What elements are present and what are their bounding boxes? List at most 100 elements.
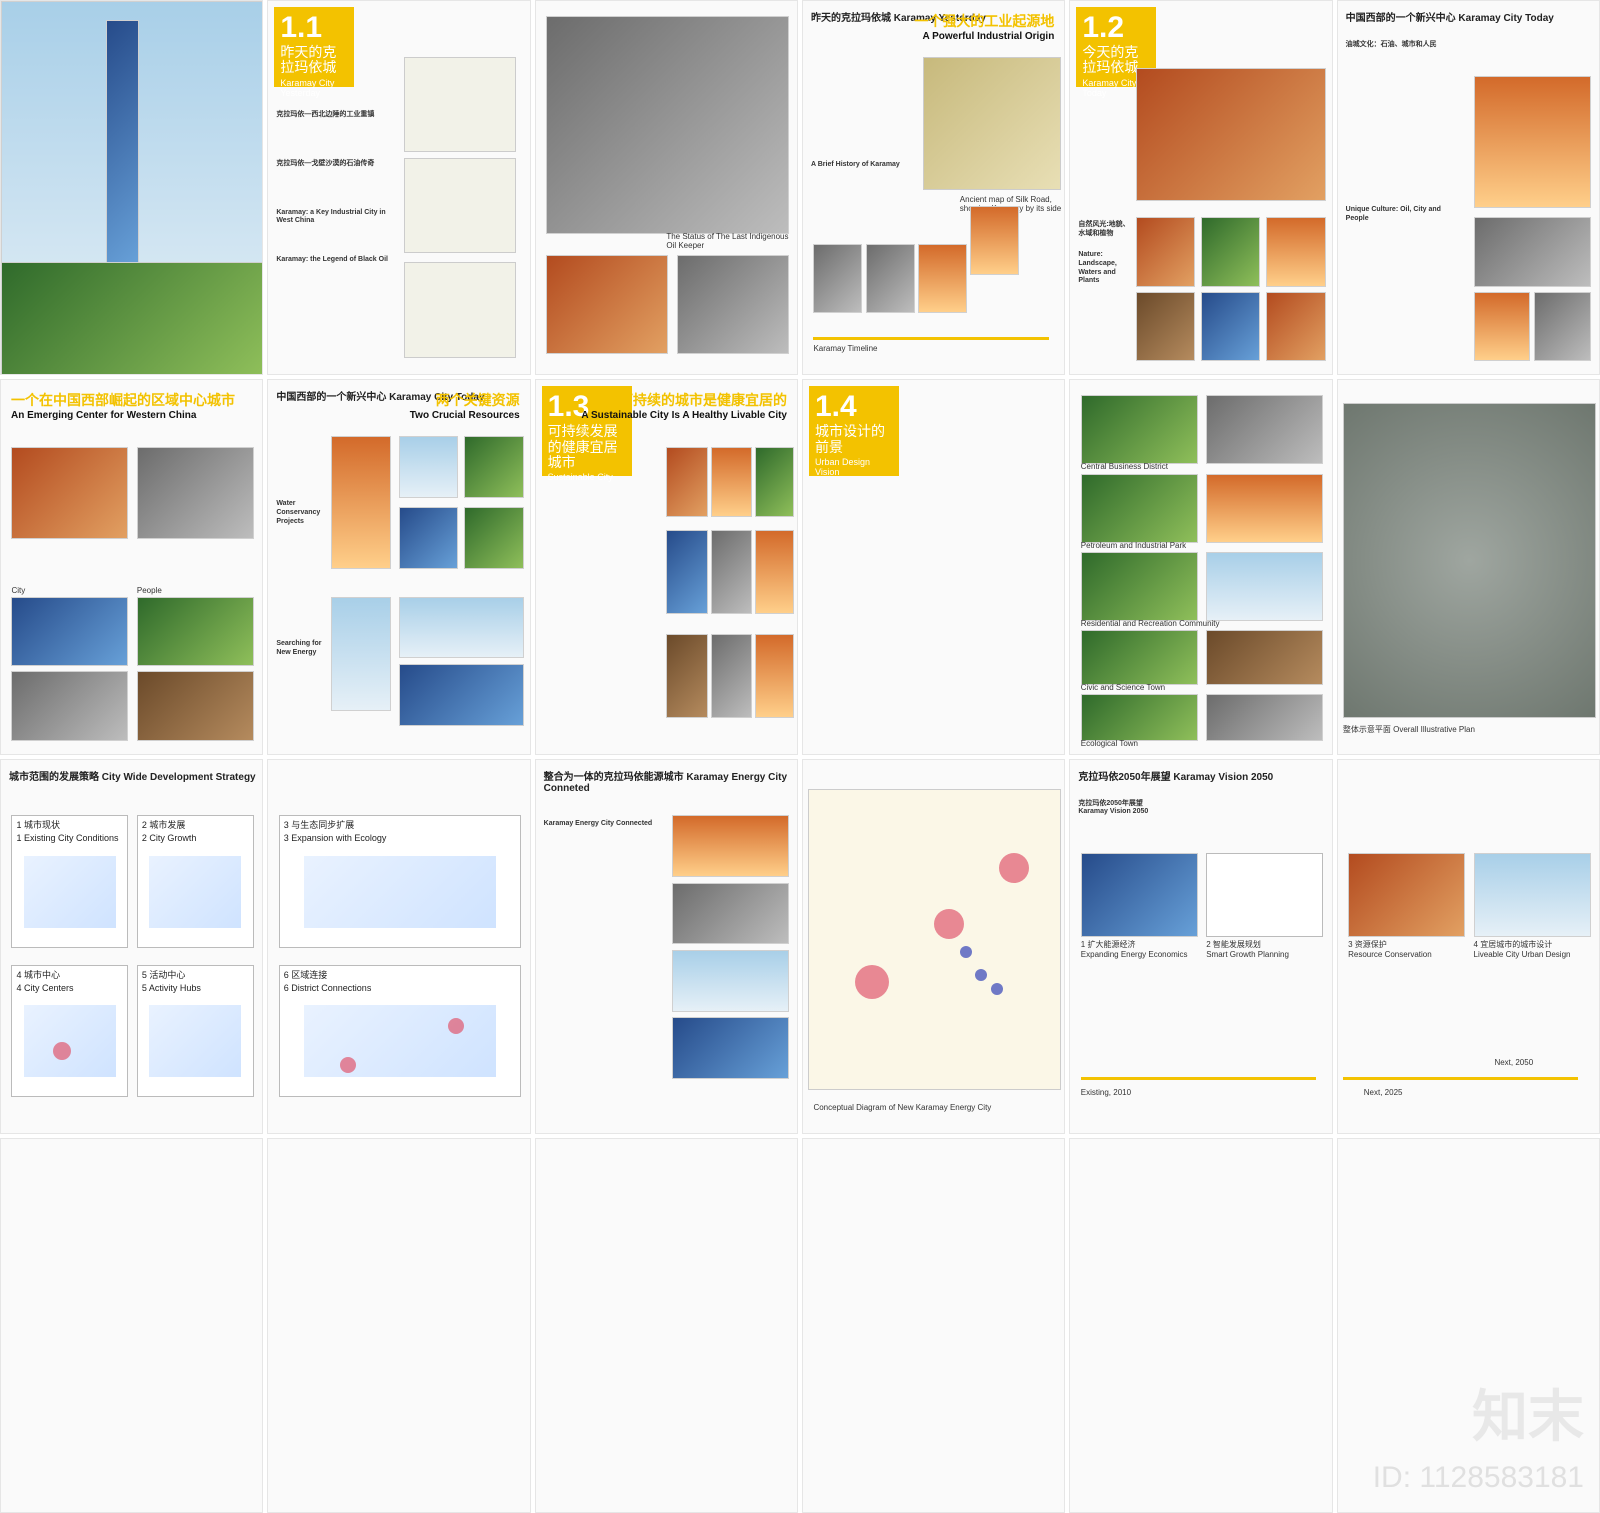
vision-photo-3 <box>1348 852 1466 937</box>
nature-photo-3 <box>1266 217 1326 287</box>
section-badge-4: 1.4 城市设计的前景 Urban Design Vision <box>809 386 899 477</box>
vision-timeline-1: Existing, 2010 <box>1080 1087 1132 1097</box>
strategy-map-1 <box>23 855 116 928</box>
vision-item-2-cn: 2 智能发展规划 <box>1206 939 1261 949</box>
vision-heading-cn: 克拉玛依2050年展望 <box>1078 799 1143 807</box>
yellow-title: 一个强大的工业起源地 A Powerful Industrial Origin <box>914 11 1054 42</box>
vision-item-1-cn: 1 扩大能源经济 <box>1080 939 1136 949</box>
node-circle-1 <box>855 964 890 999</box>
vision-item-3-cn: 3 资源保护 <box>1348 939 1387 949</box>
energy-city-heading: Karamay Energy City Connected <box>543 819 653 827</box>
district-label-5: Ecological Town <box>1080 738 1138 748</box>
city-photo-4 <box>11 671 129 741</box>
yellow-cn-title: 一个强大的工业起源地 <box>914 13 1055 29</box>
people-photo-2 <box>136 671 254 741</box>
smart-growth-diagram <box>1206 852 1324 937</box>
vision-item-4: 4 宜居城市的城市设计 Liveable City Urban Design <box>1474 939 1571 959</box>
nature-photo-1 <box>1135 217 1196 287</box>
heading-en-1: Karamay: a Key Industrial City in West C… <box>276 208 386 225</box>
vision-timeline-3: Next, 2050 <box>1494 1058 1534 1068</box>
center-circle <box>52 1041 71 1060</box>
energy-photo-2 <box>671 882 789 945</box>
green-ground <box>1 262 263 375</box>
page-top-label-12: 城市范围的发展策略 City Wide Development Strategy <box>9 771 256 783</box>
master-plan-map <box>1342 402 1596 719</box>
energy-dot-2 <box>975 968 988 981</box>
vision-timeline-bar <box>1080 1076 1316 1080</box>
oil-photo-2 <box>1473 292 1531 362</box>
energy-photo-4 <box>671 1017 789 1079</box>
waterfall-photo <box>331 436 391 569</box>
yellow-title-7: 两个关键资源 Two Crucial Resources <box>410 390 520 421</box>
solar-panel-photo <box>398 663 524 726</box>
yellow-cn-title-7: 两个关键资源 <box>435 392 520 409</box>
city-photo-3 <box>11 596 129 666</box>
section-number-4: 1.4 <box>815 390 857 424</box>
section-en-title: Karamay City Yesterday <box>280 77 335 98</box>
yellow-en-title-6: An Emerging Center for Western China <box>11 410 197 422</box>
red-canyon-photo <box>1135 68 1326 201</box>
page-resources: 中国西部的一个新兴中心 Karamay City Today 两个关键资源 Tw… <box>267 379 531 755</box>
desert-photo <box>546 254 669 354</box>
page-districts: Central Business District Petroleum and … <box>1069 379 1333 755</box>
pumpjack-photo <box>1473 217 1591 287</box>
china-map <box>404 157 516 254</box>
energy-photo-3 <box>671 949 789 1012</box>
timeline-label: Karamay Timeline <box>813 344 878 354</box>
vision-timeline-2: Next, 2025 <box>1363 1087 1403 1097</box>
oil-photo-3 <box>1533 292 1591 362</box>
district-label-4: Civic and Science Town <box>1080 682 1166 692</box>
strategy-map-3 <box>303 855 497 928</box>
district-photo-1 <box>1206 395 1324 465</box>
vision-photo-1 <box>1080 852 1198 937</box>
social-photo-3 <box>755 634 794 719</box>
asia-map <box>404 56 516 153</box>
hero-render-page <box>0 0 264 376</box>
nature-photo-6 <box>1266 292 1326 362</box>
strategy-box-4: 4 城市中心 4 City Centers <box>11 964 129 1098</box>
strategy-box-6: 6 区域连接 6 District Connections <box>278 964 522 1098</box>
page-row4-4 <box>802 1137 1066 1513</box>
yellow-en-title-8: A Sustainable City Is A Healthy Livable … <box>581 410 787 422</box>
yellow-cn-title-8: 一座可持续的城市是健康宜居的 <box>591 392 787 409</box>
connection-circle-2 <box>448 1018 465 1035</box>
district-map-4 <box>1080 630 1198 685</box>
yellow-cn-title-6: 一个在中国西部崛起的区域中心城市 <box>11 392 235 409</box>
district-map-2 <box>1080 473 1198 543</box>
page-1-2: 1.2 今天的克拉玛依城 Karamay City Today 自然风光:地貌、… <box>1069 0 1333 376</box>
section-badge: 1.1 昨天的克拉玛依城 Karamay City Yesterday <box>274 7 355 98</box>
nature-label-en: Nature: Landscape, Waters and Plants <box>1078 251 1117 285</box>
water-photo-3 <box>398 507 459 569</box>
vision-photo-4 <box>1473 852 1591 937</box>
district-photo-3 <box>1206 551 1324 622</box>
heading-en-2: Karamay: the Legend of Black Oil <box>276 256 388 263</box>
section-cn-title-4: 城市设计的前景 <box>815 423 885 455</box>
statue-photo <box>546 15 789 235</box>
page-energy-city: 整合为一体的克拉玛依能源城市 Karamay Energy City Conne… <box>534 758 798 1134</box>
page-strategy: 城市范围的发展策略 City Wide Development Strategy… <box>0 758 264 1134</box>
culture-cn: 油城文化：石油、城市和人民 <box>1345 41 1437 48</box>
unique-culture-heading: Unique Culture: Oil, City and People <box>1345 206 1441 222</box>
district-label-3: Residential and Recreation Community <box>1080 619 1220 629</box>
env-photo-3 <box>755 447 794 517</box>
econ-photo-1 <box>666 529 708 614</box>
yellow-title-6: 一个在中国西部崛起的区域中心城市 An Emerging Center for … <box>11 390 235 421</box>
econ-photo-3 <box>755 529 794 614</box>
page-top-label-14: 克拉玛依2050年展望 Karamay Vision 2050 <box>1078 771 1274 783</box>
page-top-label-13: 整合为一体的克拉玛依能源城市 Karamay Energy City Conne… <box>543 771 788 794</box>
strategy-box-1-cn: 1 城市现状 <box>16 820 60 831</box>
strategy-box-5-cn: 5 活动中心 <box>141 969 186 980</box>
page-1-1: 1.1 昨天的克拉玛依城 Karamay City Yesterday 克拉玛依… <box>267 0 531 376</box>
strategy-box-6-cn: 6 区域连接 <box>283 969 328 980</box>
vision-item-4-cn: 4 宜居城市的城市设计 <box>1473 939 1553 949</box>
social-photo-1 <box>666 634 708 719</box>
history-photo-1 <box>813 243 863 313</box>
strategy-box-3: 3 与生态同步扩展 3 Expansion with Ecology <box>278 815 522 949</box>
city-label: City <box>11 585 26 595</box>
watermark-logo: 知末 <box>1472 1385 1584 1450</box>
section-cn-title-3: 可持续发展的健康宜居城市 <box>547 423 618 471</box>
district-photo-4 <box>1206 630 1324 685</box>
city-photo-2 <box>136 447 254 539</box>
document-grid: 1.1 昨天的克拉玛依城 Karamay City Yesterday 克拉玛依… <box>0 0 1600 1513</box>
page-row4-2 <box>267 1137 531 1513</box>
